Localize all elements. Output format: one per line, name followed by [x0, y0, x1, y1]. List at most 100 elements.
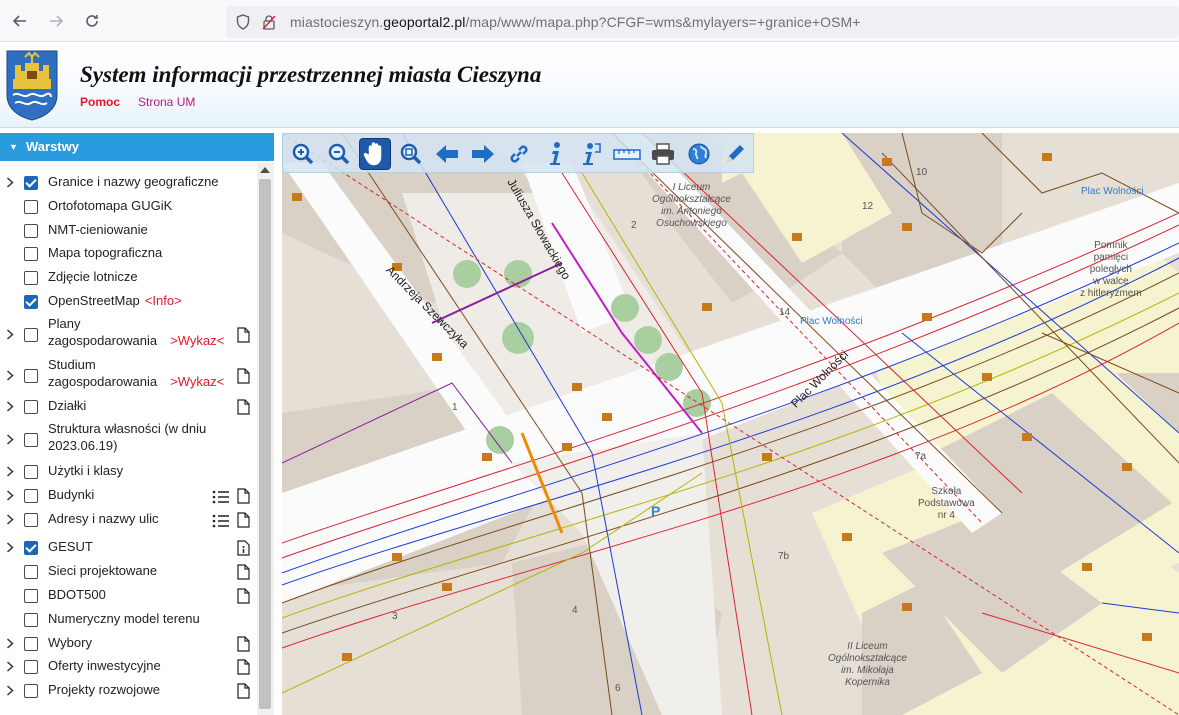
chevron-right-icon[interactable]	[5, 637, 15, 649]
zoom-out-icon[interactable]	[323, 138, 355, 170]
document-icon[interactable]	[237, 636, 250, 652]
layer-row[interactable]: Granice i nazwy geograficzne	[0, 173, 256, 191]
city-hall-link[interactable]: Strona UM	[138, 95, 195, 109]
insecure-lock-icon[interactable]	[262, 14, 276, 35]
layer-label[interactable]: Numeryczny model terenu	[48, 611, 200, 628]
document-icon[interactable]	[237, 488, 250, 504]
chevron-right-icon[interactable]	[5, 176, 15, 188]
layer-row[interactable]: Ortofotomapa GUGiK	[0, 197, 256, 215]
layer-row[interactable]: Wybory	[0, 634, 256, 652]
back-arrow-icon[interactable]	[431, 138, 463, 170]
layer-checkbox[interactable]	[24, 247, 38, 261]
chevron-right-icon[interactable]	[5, 684, 15, 696]
layer-row[interactable]: Studium zagospodarowania >Wykaz<	[0, 357, 256, 391]
layer-row[interactable]: Budynki	[0, 486, 256, 504]
chevron-right-icon[interactable]	[5, 400, 15, 412]
layer-info-link[interactable]: <Info>	[145, 293, 182, 308]
layer-row[interactable]: GESUT	[0, 538, 256, 556]
layer-label[interactable]: Budynki	[48, 487, 94, 504]
chevron-right-icon[interactable]	[5, 328, 15, 340]
layer-row[interactable]: Numeryczny model terenu	[0, 610, 256, 628]
layer-checkbox[interactable]	[24, 513, 38, 527]
layer-label[interactable]: OpenStreetMap <Info>	[48, 293, 182, 310]
document-icon[interactable]	[237, 327, 250, 343]
layer-row[interactable]: Użytki i klasy	[0, 462, 256, 480]
legend-list-icon[interactable]	[212, 514, 230, 528]
layer-label[interactable]: Zdjęcie lotnicze	[48, 269, 138, 286]
layer-row[interactable]: Mapa topograficzna	[0, 244, 256, 262]
document-icon[interactable]	[237, 588, 250, 604]
info-icon[interactable]	[539, 138, 571, 170]
shield-icon[interactable]	[236, 14, 250, 35]
layer-label[interactable]: Plany zagospodarowania >Wykaz<	[48, 316, 224, 349]
layer-checkbox[interactable]	[24, 489, 38, 503]
layer-row[interactable]: Zdjęcie lotnicze	[0, 268, 256, 286]
globe-icon[interactable]	[683, 138, 715, 170]
layer-checkbox[interactable]	[24, 200, 38, 214]
zoom-in-icon[interactable]	[287, 138, 319, 170]
layer-checkbox[interactable]	[24, 613, 38, 627]
layer-label[interactable]: Studium zagospodarowania >Wykaz<	[48, 357, 224, 390]
layer-checkbox[interactable]	[24, 465, 38, 479]
layer-label[interactable]: BDOT500	[48, 587, 106, 604]
layer-label[interactable]: Granice i nazwy geograficzne	[48, 174, 219, 191]
layer-checkbox[interactable]	[24, 224, 38, 238]
chevron-right-icon[interactable]	[5, 541, 15, 553]
layer-row[interactable]: Sieci projektowane	[0, 562, 256, 580]
reload-icon[interactable]	[80, 9, 104, 33]
layer-row[interactable]: Oferty inwestycyjne	[0, 657, 256, 675]
chevron-right-icon[interactable]	[5, 489, 15, 501]
layer-row[interactable]: Plany zagospodarowania >Wykaz<	[0, 316, 256, 350]
layer-checkbox[interactable]	[24, 589, 38, 603]
print-icon[interactable]	[647, 138, 679, 170]
forward-arrow-icon[interactable]	[467, 138, 499, 170]
chevron-right-icon[interactable]	[5, 660, 15, 672]
document-icon[interactable]	[237, 368, 250, 384]
chevron-right-icon[interactable]	[5, 465, 15, 477]
layer-label[interactable]: Struktura własności (w dniu 2023.06.19)	[48, 421, 206, 454]
layer-label[interactable]: Projekty rozwojowe	[48, 682, 160, 699]
layer-row[interactable]: Działki	[0, 397, 256, 415]
help-link[interactable]: Pomoc	[80, 95, 120, 109]
layer-row[interactable]: BDOT500	[0, 586, 256, 604]
layer-checkbox[interactable]	[24, 176, 38, 190]
forward-icon[interactable]	[44, 9, 68, 33]
zoom-box-icon[interactable]	[395, 138, 427, 170]
info-query-icon[interactable]	[575, 138, 607, 170]
sidebar-scrollbar[interactable]	[257, 163, 274, 715]
back-icon[interactable]	[8, 9, 32, 33]
layer-checkbox[interactable]	[24, 565, 38, 579]
map-canvas[interactable]: I Liceum Ogólnokształcące im. Antoniego …	[282, 133, 1179, 715]
layer-checkbox[interactable]	[24, 433, 38, 447]
document-icon[interactable]	[237, 659, 250, 675]
layer-checkbox[interactable]	[24, 271, 38, 285]
chevron-right-icon[interactable]	[5, 369, 15, 381]
layer-wykaz-link[interactable]: >Wykaz<	[170, 374, 224, 389]
layer-row[interactable]: NMT-cieniowanie	[0, 221, 256, 239]
document-icon[interactable]	[237, 564, 250, 580]
layer-checkbox[interactable]	[24, 541, 38, 555]
layer-label[interactable]: Mapa topograficzna	[48, 245, 162, 262]
draw-pencil-icon[interactable]	[719, 138, 751, 170]
layer-label[interactable]: Użytki i klasy	[48, 463, 123, 480]
layer-checkbox[interactable]	[24, 400, 38, 414]
info-document-icon[interactable]	[237, 540, 250, 556]
layer-label[interactable]: Działki	[48, 398, 86, 415]
layer-checkbox[interactable]	[24, 637, 38, 651]
layer-label[interactable]: NMT-cieniowanie	[48, 222, 148, 239]
layers-panel-header[interactable]: ▼ Warstwy	[0, 133, 274, 161]
layer-label[interactable]: GESUT	[48, 539, 93, 556]
link-icon[interactable]	[503, 138, 535, 170]
legend-list-icon[interactable]	[212, 490, 230, 504]
document-icon[interactable]	[237, 512, 250, 528]
layer-checkbox[interactable]	[24, 369, 38, 383]
layer-row[interactable]: Adresy i nazwy ulic	[0, 510, 256, 528]
document-icon[interactable]	[237, 399, 250, 415]
scrollbar-thumb[interactable]	[259, 179, 271, 709]
layer-row[interactable]: OpenStreetMap <Info>	[0, 292, 256, 310]
measure-icon[interactable]	[611, 138, 643, 170]
url-bar[interactable]: miastocieszyn.geoportal2.pl/map/www/mapa…	[226, 6, 1179, 38]
url-text[interactable]: miastocieszyn.geoportal2.pl/map/www/mapa…	[290, 14, 861, 30]
layer-checkbox[interactable]	[24, 684, 38, 698]
layer-row[interactable]: Struktura własności (w dniu 2023.06.19)	[0, 421, 256, 455]
